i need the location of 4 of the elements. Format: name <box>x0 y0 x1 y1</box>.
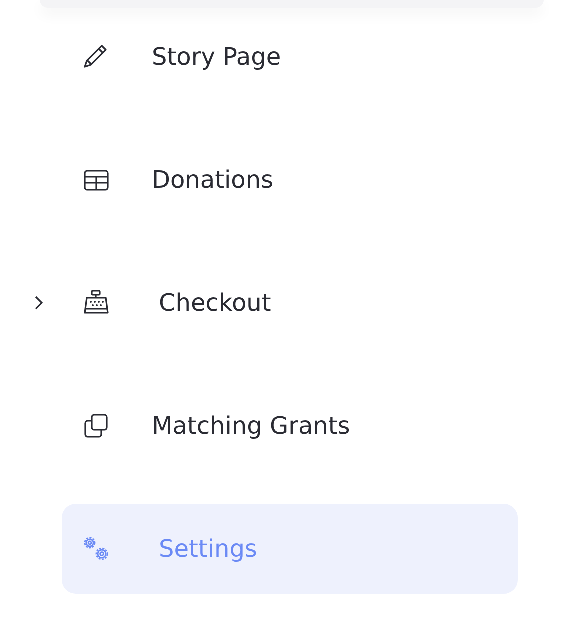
menu-item[interactable]: Checkout <box>62 258 518 348</box>
menu-item[interactable]: Story Page <box>62 12 518 102</box>
menu-item[interactable]: Matching Grants <box>62 381 518 471</box>
menu-item[interactable]: Donations <box>62 135 518 225</box>
